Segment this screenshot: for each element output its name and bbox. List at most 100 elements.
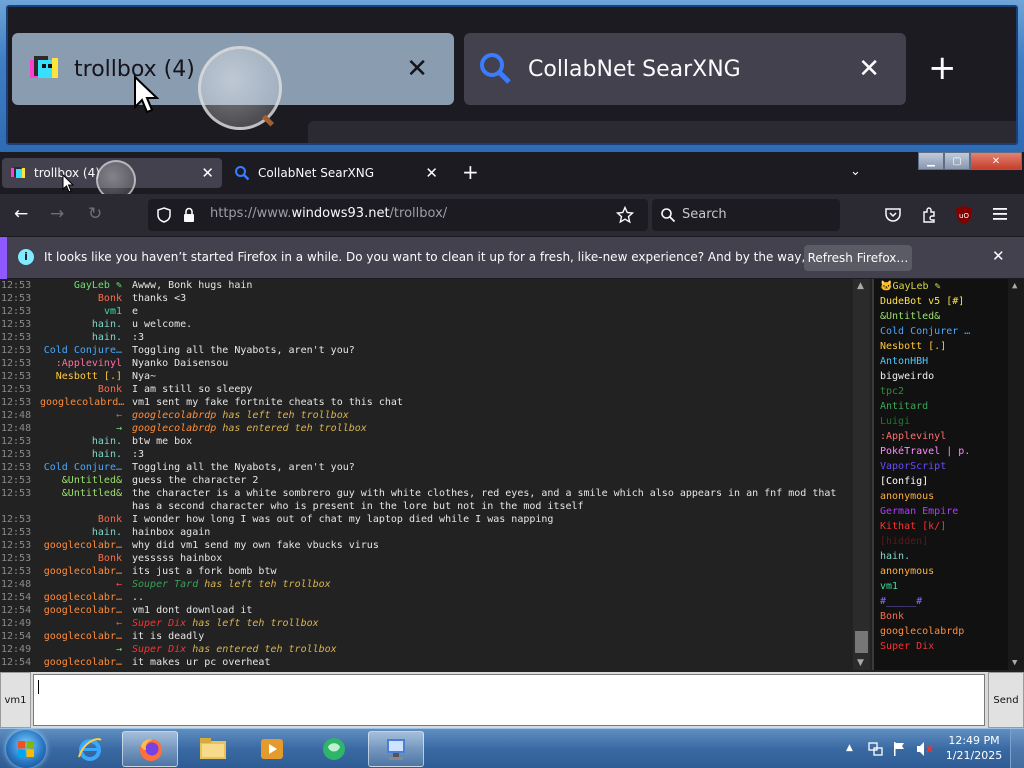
message-nick[interactable]: Bonk	[40, 383, 126, 396]
message-nick[interactable]: Nesbott [.]	[40, 370, 126, 383]
message-nick[interactable]: Cold Conjure…	[40, 344, 126, 357]
user-list-item[interactable]: PokéTravel | p.	[874, 444, 1024, 459]
scroll-down-arrow-icon[interactable]: ▼	[1012, 658, 1017, 668]
user-list-item[interactable]: VaporScript	[874, 459, 1024, 474]
user-list-item[interactable]: Nesbott [.]	[874, 339, 1024, 354]
message-nick[interactable]: :Applevinyl	[40, 357, 126, 370]
taskbar-ie-button[interactable]	[62, 731, 118, 767]
maximize-button[interactable]: ▢	[944, 152, 970, 170]
shield-icon[interactable]	[156, 207, 172, 223]
user-list-item[interactable]: #_____#	[874, 594, 1024, 609]
message-nick[interactable]: googlecolabrd…	[40, 396, 126, 409]
message-nick[interactable]: →	[40, 643, 126, 656]
message-nick[interactable]: hain.	[40, 435, 126, 448]
user-list-item[interactable]: Super Dix	[874, 639, 1024, 654]
message-nick[interactable]: hain.	[40, 448, 126, 461]
taskbar-firefox-button[interactable]	[122, 731, 178, 767]
url-bar[interactable]: https://www.windows93.net/trollbox/	[148, 199, 648, 231]
message-input[interactable]	[33, 674, 985, 726]
message-nick[interactable]: googlecolabr…	[40, 591, 126, 604]
search-box[interactable]: Search	[652, 199, 840, 231]
user-list-item[interactable]: Kithat [k/]	[874, 519, 1024, 534]
clock[interactable]: 12:49 PM 1/21/2025	[942, 733, 1006, 763]
tab-searxng[interactable]: CollabNet SearXNG ✕	[226, 158, 446, 188]
user-list-scrollbar[interactable]: ▲ ▼	[1008, 279, 1024, 670]
reload-icon[interactable]: ↻	[88, 204, 102, 224]
send-button[interactable]: Send	[988, 672, 1024, 728]
start-button[interactable]	[6, 730, 46, 768]
preview-tab-searxng[interactable]: CollabNet SearXNG ✕	[464, 33, 906, 105]
user-list-item[interactable]: DudeBot v5 [#]	[874, 294, 1024, 309]
message-nick[interactable]: googlecolabr…	[40, 630, 126, 643]
close-window-button[interactable]: ✕	[970, 152, 1022, 170]
message-nick[interactable]: →	[40, 422, 126, 435]
user-list-item[interactable]: [Config]	[874, 474, 1024, 489]
message-nick[interactable]: googlecolabr…	[40, 565, 126, 578]
scroll-down-arrow-icon[interactable]: ▼	[857, 658, 864, 668]
taskbar-media-button[interactable]	[244, 731, 300, 767]
message-nick[interactable]: &Untitled&	[40, 474, 126, 487]
nickname-button[interactable]: vm1	[0, 672, 31, 728]
back-arrow-icon[interactable]: ←	[14, 204, 28, 224]
user-list-item[interactable]: googlecolabrdp	[874, 624, 1024, 639]
message-nick[interactable]: Cold Conjure…	[40, 461, 126, 474]
extensions-icon[interactable]	[920, 206, 938, 224]
chat-scrollbar[interactable]: ▲ ▼	[853, 279, 870, 670]
message-nick[interactable]: googlecolabr…	[40, 539, 126, 552]
scroll-up-arrow-icon[interactable]: ▲	[1012, 281, 1017, 291]
message-nick[interactable]: Bonk	[40, 292, 126, 305]
show-desktop-button[interactable]	[1010, 729, 1024, 768]
user-list-item[interactable]: Antitard	[874, 399, 1024, 414]
scroll-up-arrow-icon[interactable]: ▲	[857, 281, 864, 291]
taskbar-messenger-button[interactable]	[306, 731, 362, 767]
message-nick[interactable]: vm1	[40, 305, 126, 318]
user-list-item[interactable]: anonymous	[874, 489, 1024, 504]
message-nick[interactable]: googlecolabr…	[40, 604, 126, 617]
bookmark-star-icon[interactable]	[616, 206, 634, 224]
user-list-item[interactable]: Cold Conjurer …	[874, 324, 1024, 339]
message-nick[interactable]: GayLeb ✎	[40, 279, 126, 292]
close-tab-icon[interactable]: ✕	[201, 164, 214, 182]
message-nick[interactable]: Bonk	[40, 552, 126, 565]
new-tab-button[interactable]: +	[462, 162, 479, 182]
user-list-item[interactable]: Luigi	[874, 414, 1024, 429]
list-all-tabs-chevron-icon[interactable]: ⌄	[850, 164, 861, 179]
message-nick[interactable]: Bonk	[40, 513, 126, 526]
taskbar-thumbnail-preview[interactable]: trollbox (4) ✕ CollabNet SearXNG ✕ +	[0, 0, 1024, 152]
preview-close-icon[interactable]: ✕	[406, 54, 428, 84]
pocket-icon[interactable]	[884, 206, 902, 224]
refresh-firefox-button[interactable]: Refresh Firefox…	[804, 245, 912, 271]
volume-muted-icon[interactable]	[916, 741, 934, 757]
network-icon[interactable]	[868, 741, 884, 757]
forward-arrow-icon[interactable]: →	[50, 204, 64, 224]
taskbar-explorer-button[interactable]	[184, 731, 240, 767]
message-nick[interactable]: ←	[40, 617, 126, 630]
user-list-item[interactable]: AntonHBH	[874, 354, 1024, 369]
user-list-item[interactable]: :Applevinyl	[874, 429, 1024, 444]
user-list-item[interactable]: bigweirdo	[874, 369, 1024, 384]
lock-icon[interactable]	[182, 207, 196, 223]
user-list-item[interactable]: Bonk	[874, 609, 1024, 624]
taskbar-app-button[interactable]	[368, 731, 424, 767]
user-list-item[interactable]: vm1	[874, 579, 1024, 594]
message-nick[interactable]: ←	[40, 409, 126, 422]
user-list-item[interactable]: &Untitled&	[874, 309, 1024, 324]
preview-close-icon[interactable]: ✕	[858, 54, 880, 84]
user-list-item[interactable]: anonymous	[874, 564, 1024, 579]
user-list-item[interactable]: German Empire	[874, 504, 1024, 519]
close-notification-icon[interactable]: ✕	[992, 247, 1005, 265]
message-nick[interactable]: hain.	[40, 318, 126, 331]
user-list-item[interactable]: 🐱GayLeb ✎	[874, 279, 1024, 294]
message-nick[interactable]: hain.	[40, 526, 126, 539]
message-nick[interactable]: hain.	[40, 331, 126, 344]
close-tab-icon[interactable]: ✕	[425, 164, 438, 182]
action-center-flag-icon[interactable]	[892, 741, 906, 757]
message-nick[interactable]: &Untitled&	[40, 487, 126, 513]
ublock-origin-icon[interactable]: uO	[955, 205, 973, 225]
user-list-item[interactable]: [hidden]	[874, 534, 1024, 549]
minimize-button[interactable]: ▁	[918, 152, 944, 170]
user-list-item[interactable]: hain.	[874, 549, 1024, 564]
chat-scrollbar-thumb[interactable]	[855, 631, 868, 653]
message-nick[interactable]: ←	[40, 578, 126, 591]
message-nick[interactable]: googlecolabr…	[40, 656, 126, 669]
